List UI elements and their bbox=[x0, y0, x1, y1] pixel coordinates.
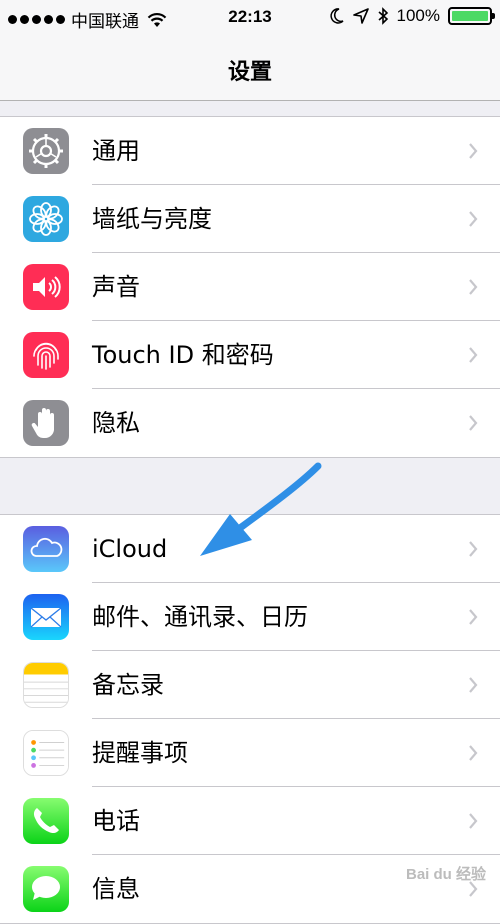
watermark-text: Bai du 经验 bbox=[405, 866, 486, 883]
blue-arrow-icon bbox=[200, 462, 322, 556]
